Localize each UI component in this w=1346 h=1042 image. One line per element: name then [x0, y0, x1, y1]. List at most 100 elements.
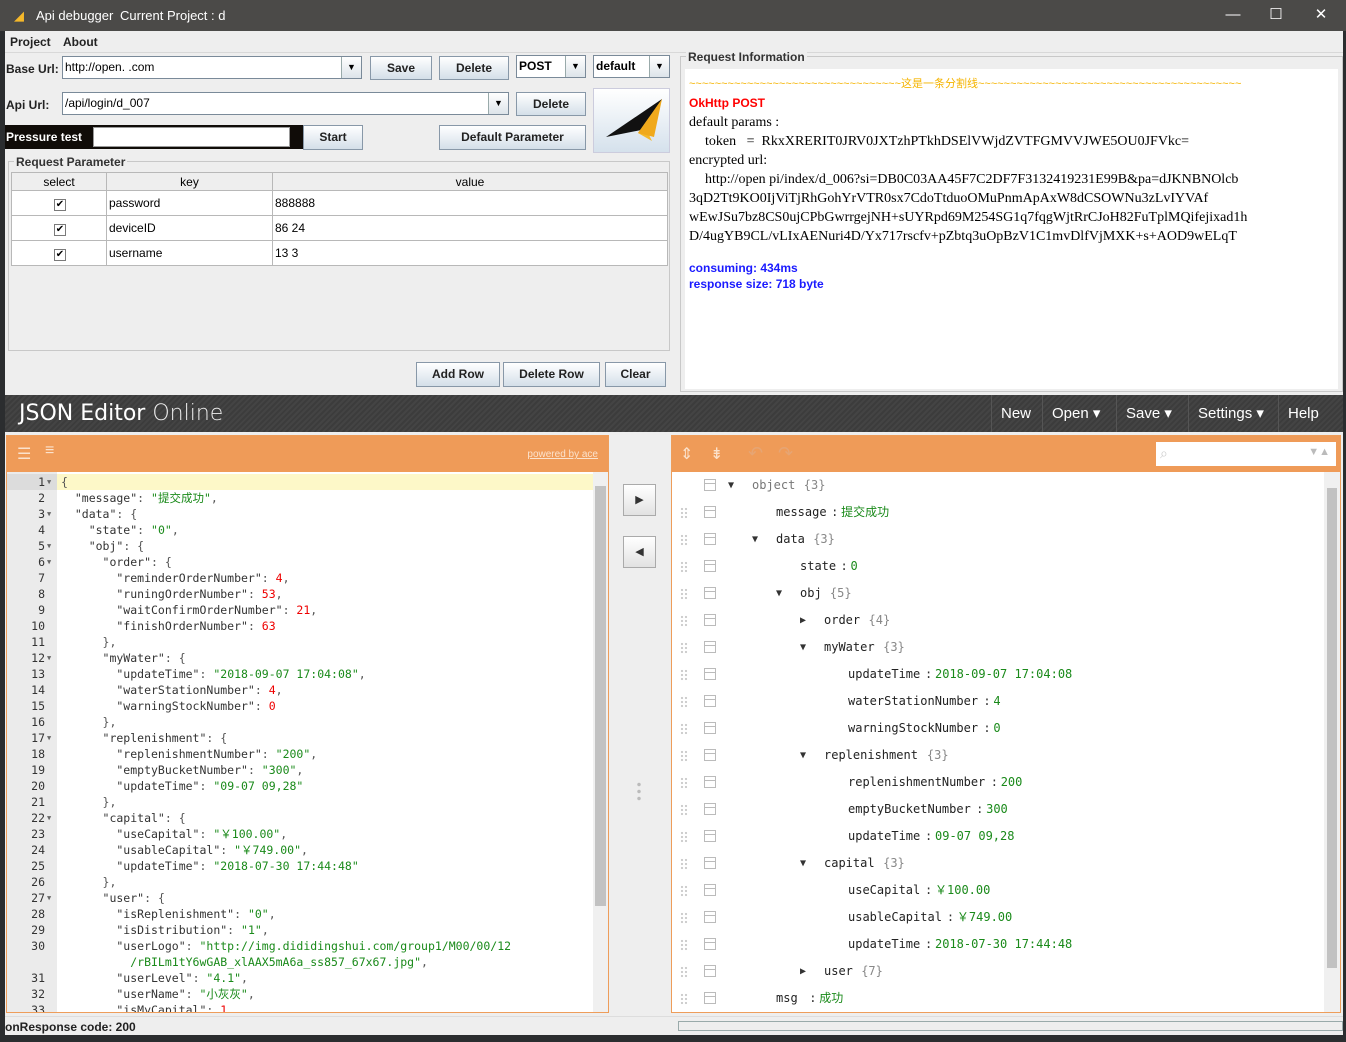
- context-menu-icon[interactable]: [704, 938, 716, 950]
- context-menu-icon[interactable]: [704, 614, 716, 626]
- menu-open[interactable]: Open ▾: [1042, 395, 1109, 432]
- default-parameter-button[interactable]: Default Parameter: [439, 125, 586, 150]
- node-value[interactable]: ￥749.00: [957, 904, 1012, 931]
- tree-node[interactable]: emptyBucketNumber:300: [672, 796, 1322, 823]
- node-key[interactable]: capital: [824, 850, 875, 877]
- tree-node[interactable]: updateTime:2018-07-30 17:44:48: [672, 931, 1322, 958]
- param-key[interactable]: password: [106, 190, 273, 216]
- drag-handle-icon[interactable]: [680, 669, 688, 681]
- drag-handle-icon[interactable]: [680, 885, 688, 897]
- tree-node[interactable]: ▶ order {4}: [672, 607, 1322, 634]
- chevron-down-icon[interactable]: ▼: [649, 56, 669, 77]
- context-menu-icon[interactable]: [704, 695, 716, 707]
- context-menu-icon[interactable]: [704, 587, 716, 599]
- row-checkbox[interactable]: ✔: [54, 248, 66, 261]
- table-row[interactable]: ✔ password 888888: [11, 190, 668, 216]
- collapse-icon[interactable]: ▼: [752, 526, 758, 553]
- drag-handle-icon[interactable]: [680, 966, 688, 978]
- base-url-combo[interactable]: http://open. .com ▼: [62, 56, 362, 79]
- delete-row-button[interactable]: Delete Row: [503, 362, 600, 387]
- node-key[interactable]: msg: [776, 985, 798, 1012]
- context-menu-icon[interactable]: [704, 803, 716, 815]
- expand-icon[interactable]: ▶: [800, 607, 806, 634]
- node-key[interactable]: data: [776, 526, 805, 553]
- param-value[interactable]: 888888: [272, 190, 668, 216]
- chevron-down-icon[interactable]: ▼: [341, 57, 361, 78]
- menu-settings[interactable]: Settings ▾: [1188, 395, 1273, 432]
- context-menu-icon[interactable]: [704, 560, 716, 572]
- node-key[interactable]: waterStationNumber: [848, 688, 978, 715]
- fold-toggle-icon[interactable]: ▼: [47, 811, 51, 825]
- collapse-icon[interactable]: ▼: [800, 634, 806, 661]
- fold-toggle-icon[interactable]: ▼: [47, 891, 51, 905]
- node-value[interactable]: 09-07 09,28: [935, 823, 1014, 850]
- add-row-button[interactable]: Add Row: [416, 362, 500, 387]
- node-key[interactable]: replenishment: [824, 742, 918, 769]
- node-value[interactable]: 成功: [819, 985, 843, 1012]
- node-key[interactable]: usableCapital: [848, 904, 942, 931]
- context-menu-icon[interactable]: [704, 830, 716, 842]
- tree-node[interactable]: updateTime:09-07 09,28: [672, 823, 1322, 850]
- context-menu-icon[interactable]: [704, 506, 716, 518]
- delete-base-url-button[interactable]: Delete: [439, 56, 509, 80]
- drag-handle-icon[interactable]: [680, 750, 688, 762]
- drag-handle-icon[interactable]: [680, 642, 688, 654]
- compact-icon[interactable]: ≡: [45, 442, 54, 460]
- fold-toggle-icon[interactable]: ▼: [47, 731, 51, 745]
- collapse-icon[interactable]: ▼: [800, 850, 806, 877]
- code-editor[interactable]: 1 ▼{2 "message": "提交成功", 3 ▼ "data": {4 "st…: [7, 472, 593, 1012]
- context-menu-icon[interactable]: [704, 668, 716, 680]
- context-menu-icon[interactable]: [704, 776, 716, 788]
- expand-icon[interactable]: ▶: [800, 958, 806, 985]
- node-key[interactable]: order: [824, 607, 860, 634]
- send-button[interactable]: [593, 88, 670, 153]
- menu-help[interactable]: Help: [1278, 395, 1328, 432]
- fold-toggle-icon[interactable]: ▼: [47, 475, 51, 489]
- node-key[interactable]: useCapital: [848, 877, 920, 904]
- collapse-all-icon[interactable]: ⇟: [710, 444, 723, 464]
- param-key[interactable]: deviceID: [106, 215, 273, 241]
- tree-node[interactable]: ▼ object {3}: [672, 472, 1322, 499]
- search-input[interactable]: [1178, 444, 1288, 464]
- tree-node[interactable]: ▼ capital {3}: [672, 850, 1322, 877]
- tree-node[interactable]: replenishmentNumber:200: [672, 769, 1322, 796]
- tree-node[interactable]: ▼ obj {5}: [672, 580, 1322, 607]
- node-value[interactable]: 300: [986, 796, 1008, 823]
- node-key[interactable]: updateTime: [848, 661, 920, 688]
- row-checkbox[interactable]: ✔: [54, 223, 66, 236]
- context-menu-icon[interactable]: [704, 965, 716, 977]
- drag-handle-icon[interactable]: [680, 804, 688, 816]
- menu-new[interactable]: New: [991, 395, 1040, 432]
- tree-node[interactable]: ▼ replenishment {3}: [672, 742, 1322, 769]
- maximize-button[interactable]: ☐: [1261, 4, 1291, 26]
- minimize-button[interactable]: —: [1218, 4, 1248, 26]
- tree-node[interactable]: useCapital: ￥100.00: [672, 877, 1322, 904]
- node-key[interactable]: obj: [800, 580, 822, 607]
- save-button[interactable]: Save: [370, 56, 432, 80]
- drag-handle-icon[interactable]: [680, 912, 688, 924]
- context-menu-icon[interactable]: [704, 884, 716, 896]
- format-icon[interactable]: ☰: [17, 444, 31, 464]
- fold-toggle-icon[interactable]: ▼: [47, 539, 51, 553]
- collapse-icon[interactable]: ▼: [728, 472, 734, 499]
- context-menu-icon[interactable]: [704, 722, 716, 734]
- copy-to-left-button[interactable]: ◀: [623, 536, 656, 568]
- powered-by-ace-link[interactable]: powered by ace: [527, 449, 598, 460]
- delete-api-url-button[interactable]: Delete: [516, 92, 586, 116]
- tree-node[interactable]: message: 提交成功: [672, 499, 1322, 526]
- fold-toggle-icon[interactable]: ▼: [47, 555, 51, 569]
- drag-handle-icon[interactable]: [680, 993, 688, 1005]
- context-menu-icon[interactable]: [704, 749, 716, 761]
- drag-handle-icon[interactable]: [680, 723, 688, 735]
- splitter-handle[interactable]: [637, 781, 641, 803]
- drag-handle-icon[interactable]: [680, 939, 688, 951]
- param-key[interactable]: username: [106, 240, 273, 266]
- node-value[interactable]: 0: [851, 553, 858, 580]
- expand-all-icon[interactable]: ⇕: [680, 444, 693, 464]
- context-menu-icon[interactable]: [704, 857, 716, 869]
- scrollbar-thumb[interactable]: [1327, 488, 1337, 968]
- start-button[interactable]: Start: [303, 125, 363, 150]
- tree-node[interactable]: warningStockNumber:0: [672, 715, 1322, 742]
- row-checkbox[interactable]: ✔: [54, 198, 66, 211]
- method-select[interactable]: POST ▼: [516, 55, 586, 78]
